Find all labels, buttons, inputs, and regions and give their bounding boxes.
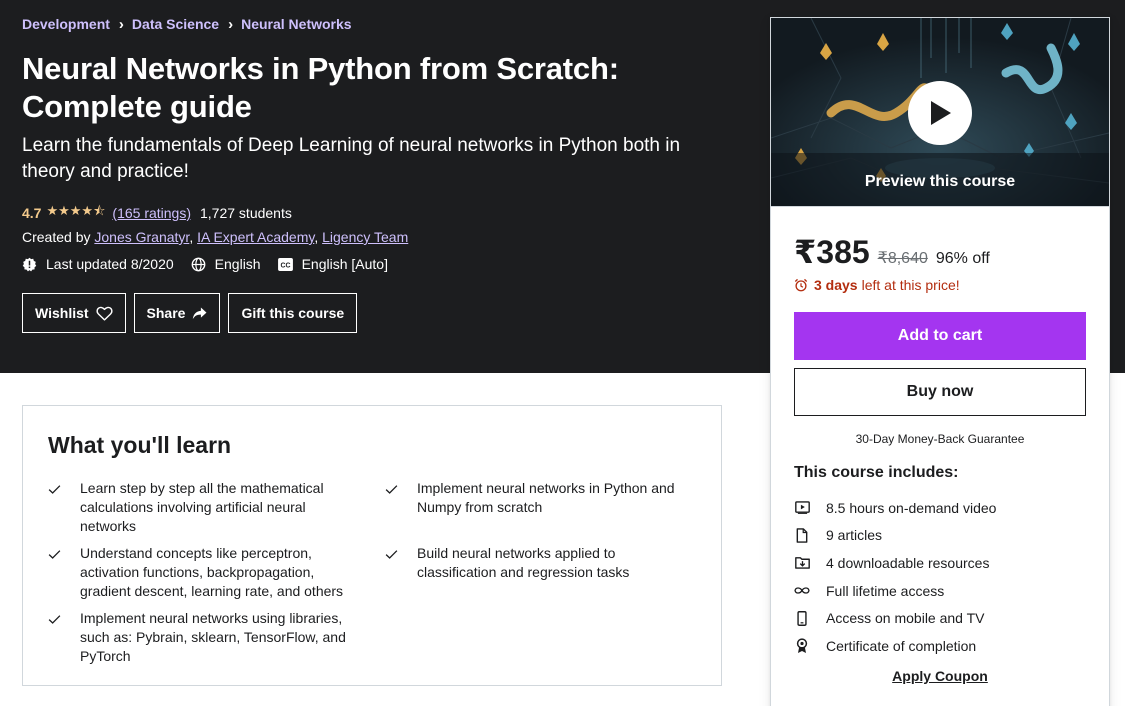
include-text: 4 downloadable resources <box>826 554 990 571</box>
svg-text:CC: CC <box>280 262 290 269</box>
course-title: Neural Networks in Python from Scratch: … <box>22 51 619 124</box>
gift-course-button[interactable]: Gift this course <box>228 293 358 333</box>
current-price: ₹385 <box>794 234 870 270</box>
course-actions: Wishlist Share Gift this course <box>22 293 365 333</box>
play-button[interactable] <box>908 81 972 145</box>
checkmark-icon <box>48 479 64 536</box>
play-icon <box>931 101 951 125</box>
mobile-icon <box>794 610 810 626</box>
globe-icon <box>191 257 206 271</box>
ratings-count-link[interactable]: (165 ratings) <box>112 205 191 221</box>
learn-item: Implement neural networks in Python and … <box>385 479 685 517</box>
course-captions: CC English [Auto] <box>277 256 388 272</box>
course-meta: Last updated 8/2020 English CC English [… <box>22 256 405 272</box>
include-text: 9 articles <box>826 527 883 544</box>
learn-item-text: Understand concepts like perceptron, act… <box>80 545 344 599</box>
include-item: 8.5 hours on-demand video <box>794 494 1086 522</box>
discount-timer: 3 days left at this price! <box>794 277 1086 293</box>
instructor-link-ligency-team[interactable]: Ligency Team <box>322 229 408 245</box>
include-text: Full lifetime access <box>826 582 945 599</box>
share-label: Share <box>146 305 186 321</box>
students-count: 1,727 students <box>200 205 292 221</box>
download-icon <box>794 556 810 570</box>
rating-summary: 4.7 ★★★★⯪ (165 ratings) 1,727 students <box>22 202 292 224</box>
share-arrow-icon <box>193 306 207 319</box>
learn-item: Implement neural networks using librarie… <box>48 609 348 666</box>
chevron-right-icon: › <box>228 15 234 33</box>
learn-list-left: Learn step by step all the mathematical … <box>48 479 348 674</box>
alarm-clock-icon <box>794 278 808 292</box>
learn-item-text: Learn step by step all the mathematical … <box>80 480 324 534</box>
learn-title: What you'll learn <box>48 432 232 458</box>
share-button[interactable]: Share <box>133 293 221 333</box>
created-by: Created by Jones Granatyr, IA Expert Aca… <box>22 229 409 245</box>
course-preview-video[interactable]: Preview this course <box>771 18 1109 207</box>
course-headline: Learn the fundamentals of Deep Learning … <box>22 135 681 182</box>
wishlist-label: Wishlist <box>35 305 89 321</box>
star-rating-icon: ★★★★⯪ <box>46 203 106 218</box>
includes-title: This course includes: <box>794 464 959 481</box>
learn-item-text: Build neural networks applied to classif… <box>417 545 630 580</box>
rating-value: 4.7 <box>22 205 42 221</box>
learn-item-text: Implement neural networks in Python and … <box>417 480 675 515</box>
last-updated-text: Last updated 8/2020 <box>46 256 174 272</box>
instructor-link-jones-granatyr[interactable]: Jones Granatyr <box>94 229 189 245</box>
checkmark-icon <box>385 544 401 582</box>
checkmark-icon <box>48 609 64 666</box>
timer-text: left at this price! <box>861 277 960 293</box>
created-by-label: Created by <box>22 229 91 245</box>
chevron-right-icon: › <box>118 15 124 33</box>
captions-text: English [Auto] <box>301 256 388 272</box>
breadcrumb-item-development[interactable]: Development <box>22 16 110 32</box>
course-includes-list: 8.5 hours on-demand video 9 articles 4 d… <box>794 494 1086 660</box>
include-text: Certificate of completion <box>826 637 977 654</box>
gift-label: Gift this course <box>241 305 345 321</box>
closed-captions-icon: CC <box>277 257 293 271</box>
learn-item-text: Implement neural networks using librarie… <box>80 610 346 664</box>
buy-now-button[interactable]: Buy now <box>794 368 1086 416</box>
include-item: Access on mobile and TV <box>794 604 1086 632</box>
include-text: 8.5 hours on-demand video <box>826 499 997 516</box>
checkmark-icon <box>385 479 401 517</box>
discount-percent: 96% off <box>935 250 990 267</box>
include-text: Access on mobile and TV <box>826 610 985 627</box>
pricing: ₹385 ₹8,640 96% off 3 days left at this … <box>794 233 1086 293</box>
instructor-link-ia-expert-academy[interactable]: IA Expert Academy <box>197 229 314 245</box>
video-icon <box>794 501 810 515</box>
original-price: ₹8,640 <box>877 250 928 267</box>
alert-badge-icon <box>22 257 37 271</box>
learn-item: Understand concepts like perceptron, act… <box>48 544 348 601</box>
language-text: English <box>214 256 261 272</box>
breadcrumb: Development › Data Science › Neural Netw… <box>22 16 352 32</box>
last-updated: Last updated 8/2020 <box>22 256 174 272</box>
add-to-cart-button[interactable]: Add to cart <box>794 312 1086 360</box>
learn-item: Learn step by step all the mathematical … <box>48 479 348 536</box>
certificate-icon <box>794 638 810 654</box>
include-item: 9 articles <box>794 522 1086 550</box>
money-back-guarantee: 30-Day Money-Back Guarantee <box>855 432 1025 446</box>
infinity-icon <box>794 586 810 595</box>
include-item: Certificate of completion <box>794 632 1086 660</box>
learn-item: Build neural networks applied to classif… <box>385 544 685 582</box>
price-row: ₹385 ₹8,640 96% off <box>794 233 1086 271</box>
file-icon <box>794 528 810 543</box>
breadcrumb-item-neural-networks[interactable]: Neural Networks <box>241 16 351 32</box>
apply-coupon-button[interactable]: Apply Coupon <box>771 668 1109 684</box>
include-item: Full lifetime access <box>794 577 1086 605</box>
checkmark-icon <box>48 544 64 601</box>
wishlist-button[interactable]: Wishlist <box>22 293 126 333</box>
include-item: 4 downloadable resources <box>794 549 1086 577</box>
learn-list-right: Implement neural networks in Python and … <box>385 479 685 590</box>
breadcrumb-item-data-science[interactable]: Data Science <box>132 16 219 32</box>
preview-label: Preview this course <box>864 173 1016 190</box>
what-you-will-learn: What you'll learn Learn step by step all… <box>22 405 722 686</box>
timer-days: 3 days <box>814 277 858 293</box>
heart-icon <box>96 306 113 321</box>
purchase-sidebar: Preview this course ₹385 ₹8,640 96% off … <box>770 17 1110 706</box>
course-language: English <box>191 256 261 272</box>
